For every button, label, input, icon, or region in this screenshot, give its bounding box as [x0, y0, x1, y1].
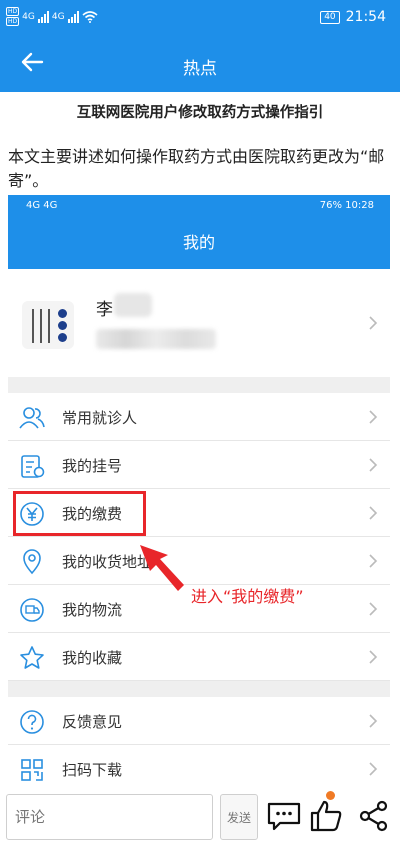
status-bar: HD HD 4G 4G 40 21:54 — [0, 0, 400, 34]
users-icon — [19, 407, 45, 429]
embedded-screenshot: 4G 4G 76% 10:28 我的 李 常用就诊人 我的挂号 我的缴费 我的收… — [8, 195, 390, 790]
article-title: 互联网医院用户修改取药方式操作指引 — [76, 105, 324, 121]
chevron-right-icon — [369, 602, 378, 616]
menu-item-label: 我的挂号 — [62, 457, 123, 475]
section-gap — [8, 681, 390, 697]
menu-item-label: 我的收藏 — [62, 649, 123, 667]
chevron-right-icon — [369, 650, 378, 664]
chevron-right-icon — [369, 714, 378, 728]
embedded-title: 我的 — [8, 217, 390, 269]
menu-item-label: 我的物流 — [62, 601, 123, 619]
embedded-status-right: 76% 10:28 — [319, 200, 374, 211]
menu-item-feedback[interactable]: 反馈意见 — [8, 697, 390, 745]
thumbs-up-icon[interactable] — [308, 798, 344, 834]
menu-item-scan-download[interactable]: 扫码下载 — [8, 745, 390, 790]
location-icon — [23, 549, 41, 575]
signal-icon — [67, 10, 79, 23]
menu-item-favorites[interactable]: 我的收藏 — [8, 633, 390, 681]
qr-icon — [21, 759, 43, 781]
truck-icon — [20, 598, 44, 622]
menu-item-patients[interactable]: 常用就诊人 — [8, 393, 390, 441]
chevron-right-icon — [369, 762, 378, 776]
hd-icon: HD HD — [6, 7, 20, 26]
chevron-right-icon — [369, 410, 378, 424]
signal-icon — [37, 10, 49, 23]
battery-icon: 40 — [320, 10, 340, 24]
menu-item-label: 反馈意见 — [62, 713, 123, 731]
menu-item-registration[interactable]: 我的挂号 — [8, 441, 390, 489]
chevron-right-icon — [369, 506, 378, 520]
network-label: 4G — [51, 11, 65, 22]
menu-item-label: 扫码下载 — [62, 761, 123, 779]
title-bar: 热点 — [0, 34, 400, 92]
comment-icon[interactable] — [266, 798, 302, 834]
chevron-right-icon — [369, 458, 378, 472]
blurred-phone — [96, 329, 216, 349]
menu-item-address[interactable]: 我的收货地址 — [8, 537, 390, 585]
section-gap — [8, 377, 390, 393]
chevron-right-icon — [369, 554, 378, 568]
article-intro: 本文主要讲述如何操作取药方式由医院取药更改为“邮寄”。 — [8, 147, 385, 190]
clock: 21:54 — [345, 9, 386, 25]
chevron-right-icon — [369, 316, 378, 330]
embedded-network: 4G 4G — [26, 200, 58, 211]
page-title: 热点 — [183, 59, 217, 79]
bottom-bar: 发送 — [0, 791, 400, 844]
network-label: 4G — [22, 11, 35, 22]
comment-input[interactable] — [6, 794, 213, 840]
share-icon[interactable] — [356, 798, 392, 834]
profile-card[interactable]: 李 — [8, 269, 390, 377]
wifi-icon — [82, 10, 98, 23]
question-icon — [20, 710, 44, 734]
menu-item-label: 我的收货地址 — [62, 553, 153, 571]
send-button[interactable]: 发送 — [220, 794, 258, 840]
register-icon — [21, 455, 45, 478]
embedded-status-bar: 4G 4G 76% 10:28 — [8, 195, 390, 217]
star-icon — [20, 646, 44, 669]
avatar — [22, 301, 74, 349]
menu-item-label: 常用就诊人 — [62, 409, 138, 427]
profile-name: 李 — [96, 300, 113, 320]
blurred-name — [114, 293, 152, 317]
annotation-text: 进入“我的缴费” — [191, 587, 304, 606]
highlight-box — [13, 491, 146, 536]
